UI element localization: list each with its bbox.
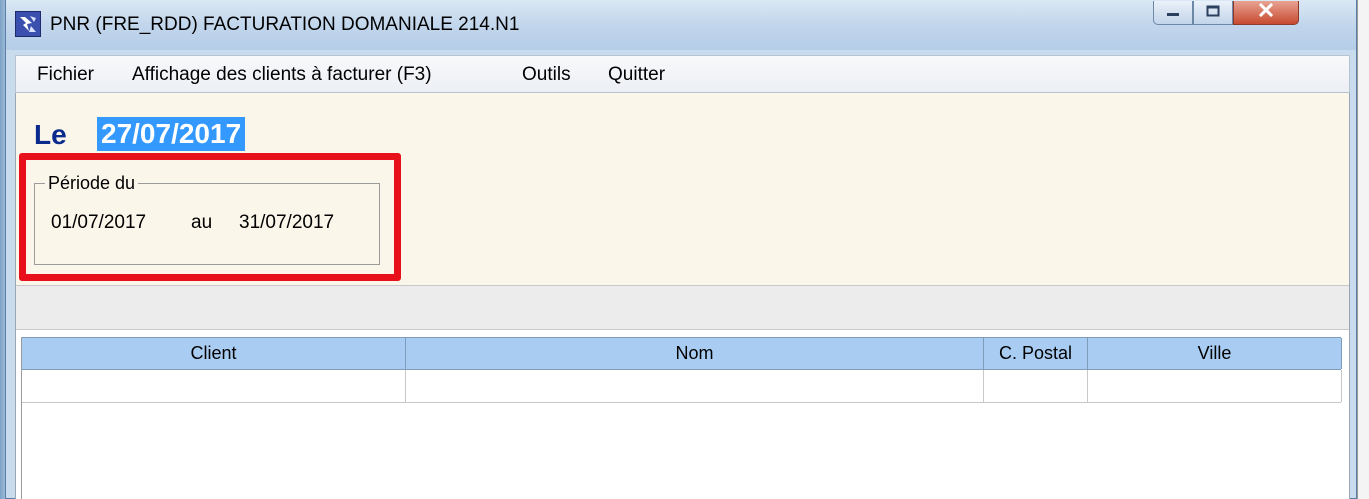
date-label: Le bbox=[34, 119, 67, 150]
client-area: Le 27/07/2017 Période du 01/07/2017 au 3… bbox=[15, 93, 1350, 499]
table-row[interactable] bbox=[22, 370, 1342, 403]
background-window-edge-right bbox=[1357, 0, 1369, 499]
column-header-nom[interactable]: Nom bbox=[406, 338, 984, 369]
cell-code-postal[interactable] bbox=[984, 370, 1088, 402]
window-title: PNR (FRE_RDD) FACTURATION DOMANIALE 214.… bbox=[50, 14, 520, 35]
menu-bar: Fichier Affichage des clients à facturer… bbox=[15, 55, 1350, 93]
minimize-icon bbox=[1166, 4, 1180, 22]
cell-ville[interactable] bbox=[1088, 370, 1342, 402]
column-header-ville[interactable]: Ville bbox=[1088, 338, 1342, 369]
cell-nom[interactable] bbox=[406, 370, 984, 402]
app-icon[interactable] bbox=[15, 11, 41, 37]
invoice-date-field[interactable]: 27/07/2017 bbox=[97, 117, 246, 151]
clients-grid[interactable]: Client Nom C. Postal Ville bbox=[21, 337, 1342, 499]
menu-fichier[interactable]: Fichier bbox=[37, 64, 94, 86]
period-start-date[interactable]: 01/07/2017 bbox=[51, 212, 146, 234]
menu-affichage-clients[interactable]: Affichage des clients à facturer (F3) bbox=[132, 64, 432, 86]
toolbar-strip bbox=[16, 285, 1349, 330]
minimize-button[interactable] bbox=[1153, 1, 1193, 25]
maximize-icon bbox=[1206, 4, 1220, 22]
period-separator-label: au bbox=[191, 212, 213, 233]
app-window: PNR (FRE_RDD) FACTURATION DOMANIALE 214.… bbox=[5, 0, 1357, 499]
close-button[interactable] bbox=[1233, 1, 1299, 25]
period-end-date[interactable]: 31/07/2017 bbox=[239, 212, 334, 234]
grid-header: Client Nom C. Postal Ville bbox=[22, 337, 1342, 370]
close-icon bbox=[1258, 2, 1274, 22]
periode-legend: Période du bbox=[45, 173, 139, 194]
menu-quitter[interactable]: Quitter bbox=[608, 64, 665, 86]
title-bar[interactable]: PNR (FRE_RDD) FACTURATION DOMANIALE 214.… bbox=[6, 0, 1356, 50]
column-header-client[interactable]: Client bbox=[22, 338, 406, 369]
form-panel: Le 27/07/2017 Période du 01/07/2017 au 3… bbox=[16, 93, 1349, 285]
maximize-button[interactable] bbox=[1193, 1, 1233, 25]
column-header-code-postal[interactable]: C. Postal bbox=[984, 338, 1088, 369]
menu-outils[interactable]: Outils bbox=[522, 64, 571, 86]
cell-client[interactable] bbox=[22, 370, 406, 402]
